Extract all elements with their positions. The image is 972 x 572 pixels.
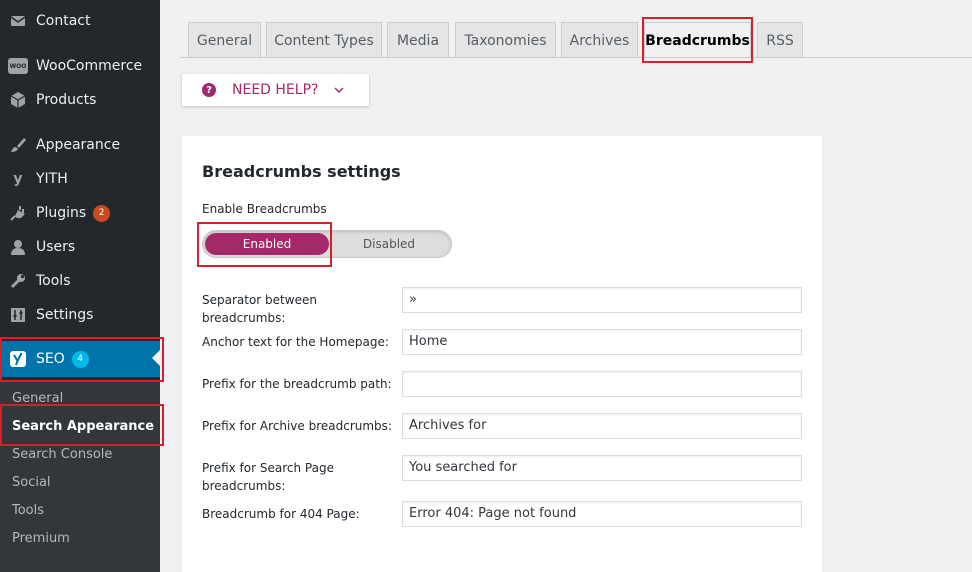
plugins-update-badge: 2 <box>93 204 111 222</box>
seo-notification-badge: 4 <box>71 350 89 368</box>
separator-label: Separator between breadcrumbs: <box>202 293 317 325</box>
search-prefix-input[interactable]: You searched for <box>402 455 802 481</box>
tab-taxonomies[interactable]: Taxonomies <box>455 22 556 58</box>
need-help-button[interactable]: ? NEED HELP? <box>182 74 369 106</box>
toggle-enabled-option[interactable]: Enabled <box>205 233 329 255</box>
mail-icon <box>0 13 36 29</box>
admin-sidebar: Contact WOO WooCommerce Products Appeara… <box>0 0 160 572</box>
paintbrush-icon <box>0 136 36 154</box>
sidebar-item-label: SEO <box>36 351 65 367</box>
sidebar-item-users[interactable]: Users <box>0 230 160 264</box>
sidebar-item-seo[interactable]: SEO 4 <box>0 341 160 377</box>
question-icon: ? <box>202 83 216 97</box>
search-prefix-label: Prefix for Search Page breadcrumbs: <box>202 461 334 493</box>
separator-input[interactable]: » <box>402 287 802 313</box>
submenu-item-search-appearance[interactable]: Search Appearance <box>12 419 154 434</box>
sidebar-item-appearance[interactable]: Appearance <box>0 128 160 162</box>
seo-submenu: General Search Appearance Search Console… <box>0 382 160 572</box>
homepage-anchor-input[interactable]: Home <box>402 329 802 355</box>
sidebar-item-woocommerce[interactable]: WOO WooCommerce <box>0 49 160 83</box>
sidebar-item-label: Contact <box>36 13 91 29</box>
need-help-label: NEED HELP? <box>232 82 319 98</box>
sidebar-item-label: Users <box>36 239 76 255</box>
chevron-down-icon <box>334 85 344 96</box>
sidebar-item-label: WooCommerce <box>36 58 143 74</box>
toggle-disabled-option[interactable]: Disabled <box>329 233 449 255</box>
breadcrumb-prefix-label: Prefix for the breadcrumb path: <box>202 377 392 391</box>
tab-general[interactable]: General <box>188 22 261 58</box>
sidebar-item-yith[interactable]: y YITH <box>0 162 160 196</box>
submenu-item-general[interactable]: General <box>12 391 63 406</box>
woocommerce-icon: WOO <box>0 58 36 74</box>
users-icon <box>0 238 36 256</box>
settings-sliders-icon <box>0 306 36 324</box>
sidebar-item-label: Settings <box>36 307 94 323</box>
tab-archives[interactable]: Archives <box>561 22 638 58</box>
submenu-item-premium[interactable]: Premium <box>12 531 70 546</box>
enable-breadcrumbs-label: Enable Breadcrumbs <box>202 202 327 216</box>
archive-prefix-input[interactable]: Archives for <box>402 413 802 439</box>
sidebar-item-label: Plugins <box>36 205 87 221</box>
tab-breadcrumbs[interactable]: Breadcrumbs <box>644 22 751 58</box>
tabs-divider <box>180 57 972 58</box>
sidebar-item-label: Appearance <box>36 137 121 153</box>
sidebar-item-plugins[interactable]: Plugins 2 <box>0 196 160 230</box>
homepage-anchor-label: Anchor text for the Homepage: <box>202 335 389 349</box>
wrench-icon <box>0 272 36 290</box>
sidebar-item-settings[interactable]: Settings <box>0 298 160 332</box>
archive-prefix-label: Prefix for Archive breadcrumbs: <box>202 419 392 433</box>
404-breadcrumb-input[interactable]: Error 404: Page not found <box>402 501 802 527</box>
submenu-item-search-console[interactable]: Search Console <box>12 447 112 462</box>
panel-title: Breadcrumbs settings <box>202 162 401 181</box>
breadcrumbs-settings-panel: Breadcrumbs settings Enable Breadcrumbs … <box>182 136 822 572</box>
products-box-icon <box>0 91 36 109</box>
tab-rss[interactable]: RSS <box>757 22 803 58</box>
yith-icon: y <box>13 171 23 187</box>
breadcrumb-prefix-input[interactable] <box>402 371 802 397</box>
sidebar-item-label: YITH <box>36 171 68 187</box>
tab-content-types[interactable]: Content Types <box>266 22 382 58</box>
submenu-item-social[interactable]: Social <box>12 475 51 490</box>
sidebar-item-contact[interactable]: Contact <box>0 4 160 38</box>
sidebar-item-label: Tools <box>36 273 71 289</box>
submenu-item-tools[interactable]: Tools <box>12 503 44 518</box>
404-breadcrumb-label: Breadcrumb for 404 Page: <box>202 507 360 521</box>
sidebar-item-products[interactable]: Products <box>0 83 160 117</box>
tab-media[interactable]: Media <box>387 22 449 58</box>
current-menu-arrow <box>152 350 160 366</box>
sidebar-item-label: Products <box>36 92 97 108</box>
enable-breadcrumbs-toggle[interactable]: Enabled Disabled <box>202 230 452 258</box>
sidebar-item-tools[interactable]: Tools <box>0 264 160 298</box>
plugin-plug-icon <box>0 204 36 222</box>
yoast-seo-icon <box>0 350 36 368</box>
